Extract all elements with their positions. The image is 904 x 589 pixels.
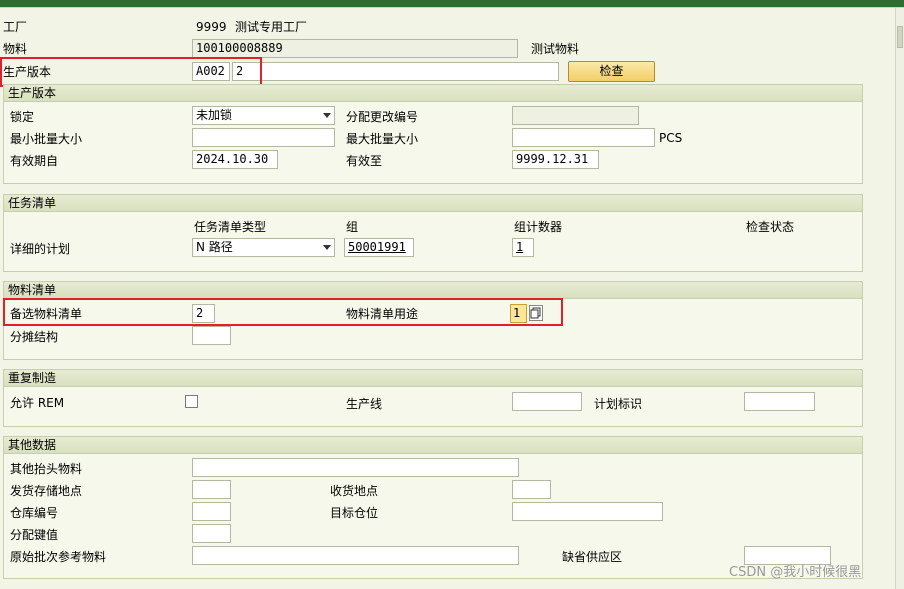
production-version-text-field[interactable]: 2 — [232, 62, 559, 81]
change-number-label: 分配更改编号 — [346, 110, 419, 124]
lock-label: 锁定 — [10, 110, 35, 124]
original-batch-material-label: 原始批次参考物料 — [10, 550, 107, 564]
lock-dropdown[interactable]: 未加锁 — [192, 106, 335, 125]
max-lot-size-label: 最大批量大小 — [346, 132, 419, 146]
window-title-bar — [0, 0, 904, 7]
check-button[interactable]: 检查 — [568, 61, 655, 82]
production-line-label: 生产线 — [346, 397, 383, 411]
watermark: CSDN @我小时候很黑 — [729, 565, 862, 580]
valid-to-label: 有效至 — [346, 154, 383, 168]
valid-from-field[interactable]: 2024.10.30 — [192, 150, 278, 169]
section-routing: 任务清单 — [3, 194, 863, 272]
original-batch-material-field[interactable] — [192, 546, 519, 565]
section-title: 任务清单 — [4, 195, 862, 212]
receiving-location-field[interactable] — [512, 480, 551, 499]
warehouse-number-field[interactable] — [192, 502, 231, 521]
material-label: 物料 — [3, 42, 28, 56]
group-counter-header: 组计数器 — [514, 220, 563, 234]
group-field[interactable]: 50001991 — [344, 238, 414, 257]
chevron-down-icon — [323, 245, 331, 250]
highlight-bom — [3, 298, 563, 326]
warehouse-number-label: 仓库编号 — [10, 506, 59, 520]
title-divider — [0, 7, 904, 8]
section-production-version: 生产版本 — [3, 84, 863, 184]
check-status-header: 检查状态 — [746, 220, 795, 234]
plant-label: 工厂 — [3, 20, 28, 34]
planning-id-label: 计划标识 — [594, 397, 643, 411]
routing-type-header: 任务清单类型 — [194, 220, 267, 234]
unit-label: PCS — [659, 131, 683, 145]
chevron-down-icon — [323, 113, 331, 118]
group-header: 组 — [346, 220, 359, 234]
plant-code: 9999 — [196, 20, 227, 34]
routing-type-dropdown[interactable]: N 路径 — [192, 238, 335, 257]
min-lot-size-field[interactable] — [192, 128, 335, 147]
max-lot-size-field[interactable] — [512, 128, 655, 147]
distribution-key-field[interactable] — [192, 524, 231, 543]
section-repetitive-manufacturing: 重复制造 — [3, 369, 863, 427]
receiving-location-label: 收货地点 — [330, 484, 379, 498]
section-title: 其他数据 — [4, 437, 862, 454]
valid-from-label: 有效期自 — [10, 154, 59, 168]
section-title: 物料清单 — [4, 282, 862, 299]
material-description: 测试物料 — [531, 42, 580, 56]
apportion-structure-label: 分摊结构 — [10, 330, 59, 344]
material-field: 100100008889 — [192, 39, 518, 58]
default-supply-area-field[interactable] — [744, 546, 831, 565]
vertical-scrollbar[interactable] — [895, 8, 904, 589]
issue-storage-location-field[interactable] — [192, 480, 231, 499]
apportion-structure-field[interactable] — [192, 326, 231, 345]
detailed-plan-label: 详细的计划 — [10, 242, 71, 256]
section-title: 重复制造 — [4, 370, 862, 387]
allow-rem-checkbox[interactable] — [185, 395, 198, 408]
default-supply-area-label: 缺省供应区 — [562, 550, 623, 564]
target-bin-label: 目标仓位 — [330, 506, 379, 520]
distribution-key-label: 分配键值 — [10, 528, 59, 542]
highlight-production-version — [0, 57, 262, 87]
allow-rem-label: 允许 REM — [10, 396, 65, 410]
other-header-material-field[interactable] — [192, 458, 519, 477]
planning-id-field[interactable] — [744, 392, 815, 411]
issue-storage-location-label: 发货存储地点 — [10, 484, 83, 498]
change-number-field — [512, 106, 639, 125]
other-header-material-label: 其他抬头物料 — [10, 462, 83, 476]
scrollbar-thumb[interactable] — [897, 26, 903, 48]
target-bin-field[interactable] — [512, 502, 663, 521]
plant-name: 测试专用工厂 — [235, 20, 308, 34]
min-lot-size-label: 最小批量大小 — [10, 132, 83, 146]
valid-to-field[interactable]: 9999.12.31 — [512, 150, 599, 169]
group-counter-field[interactable]: 1 — [512, 238, 534, 257]
production-line-field[interactable] — [512, 392, 582, 411]
section-title: 生产版本 — [4, 85, 862, 102]
